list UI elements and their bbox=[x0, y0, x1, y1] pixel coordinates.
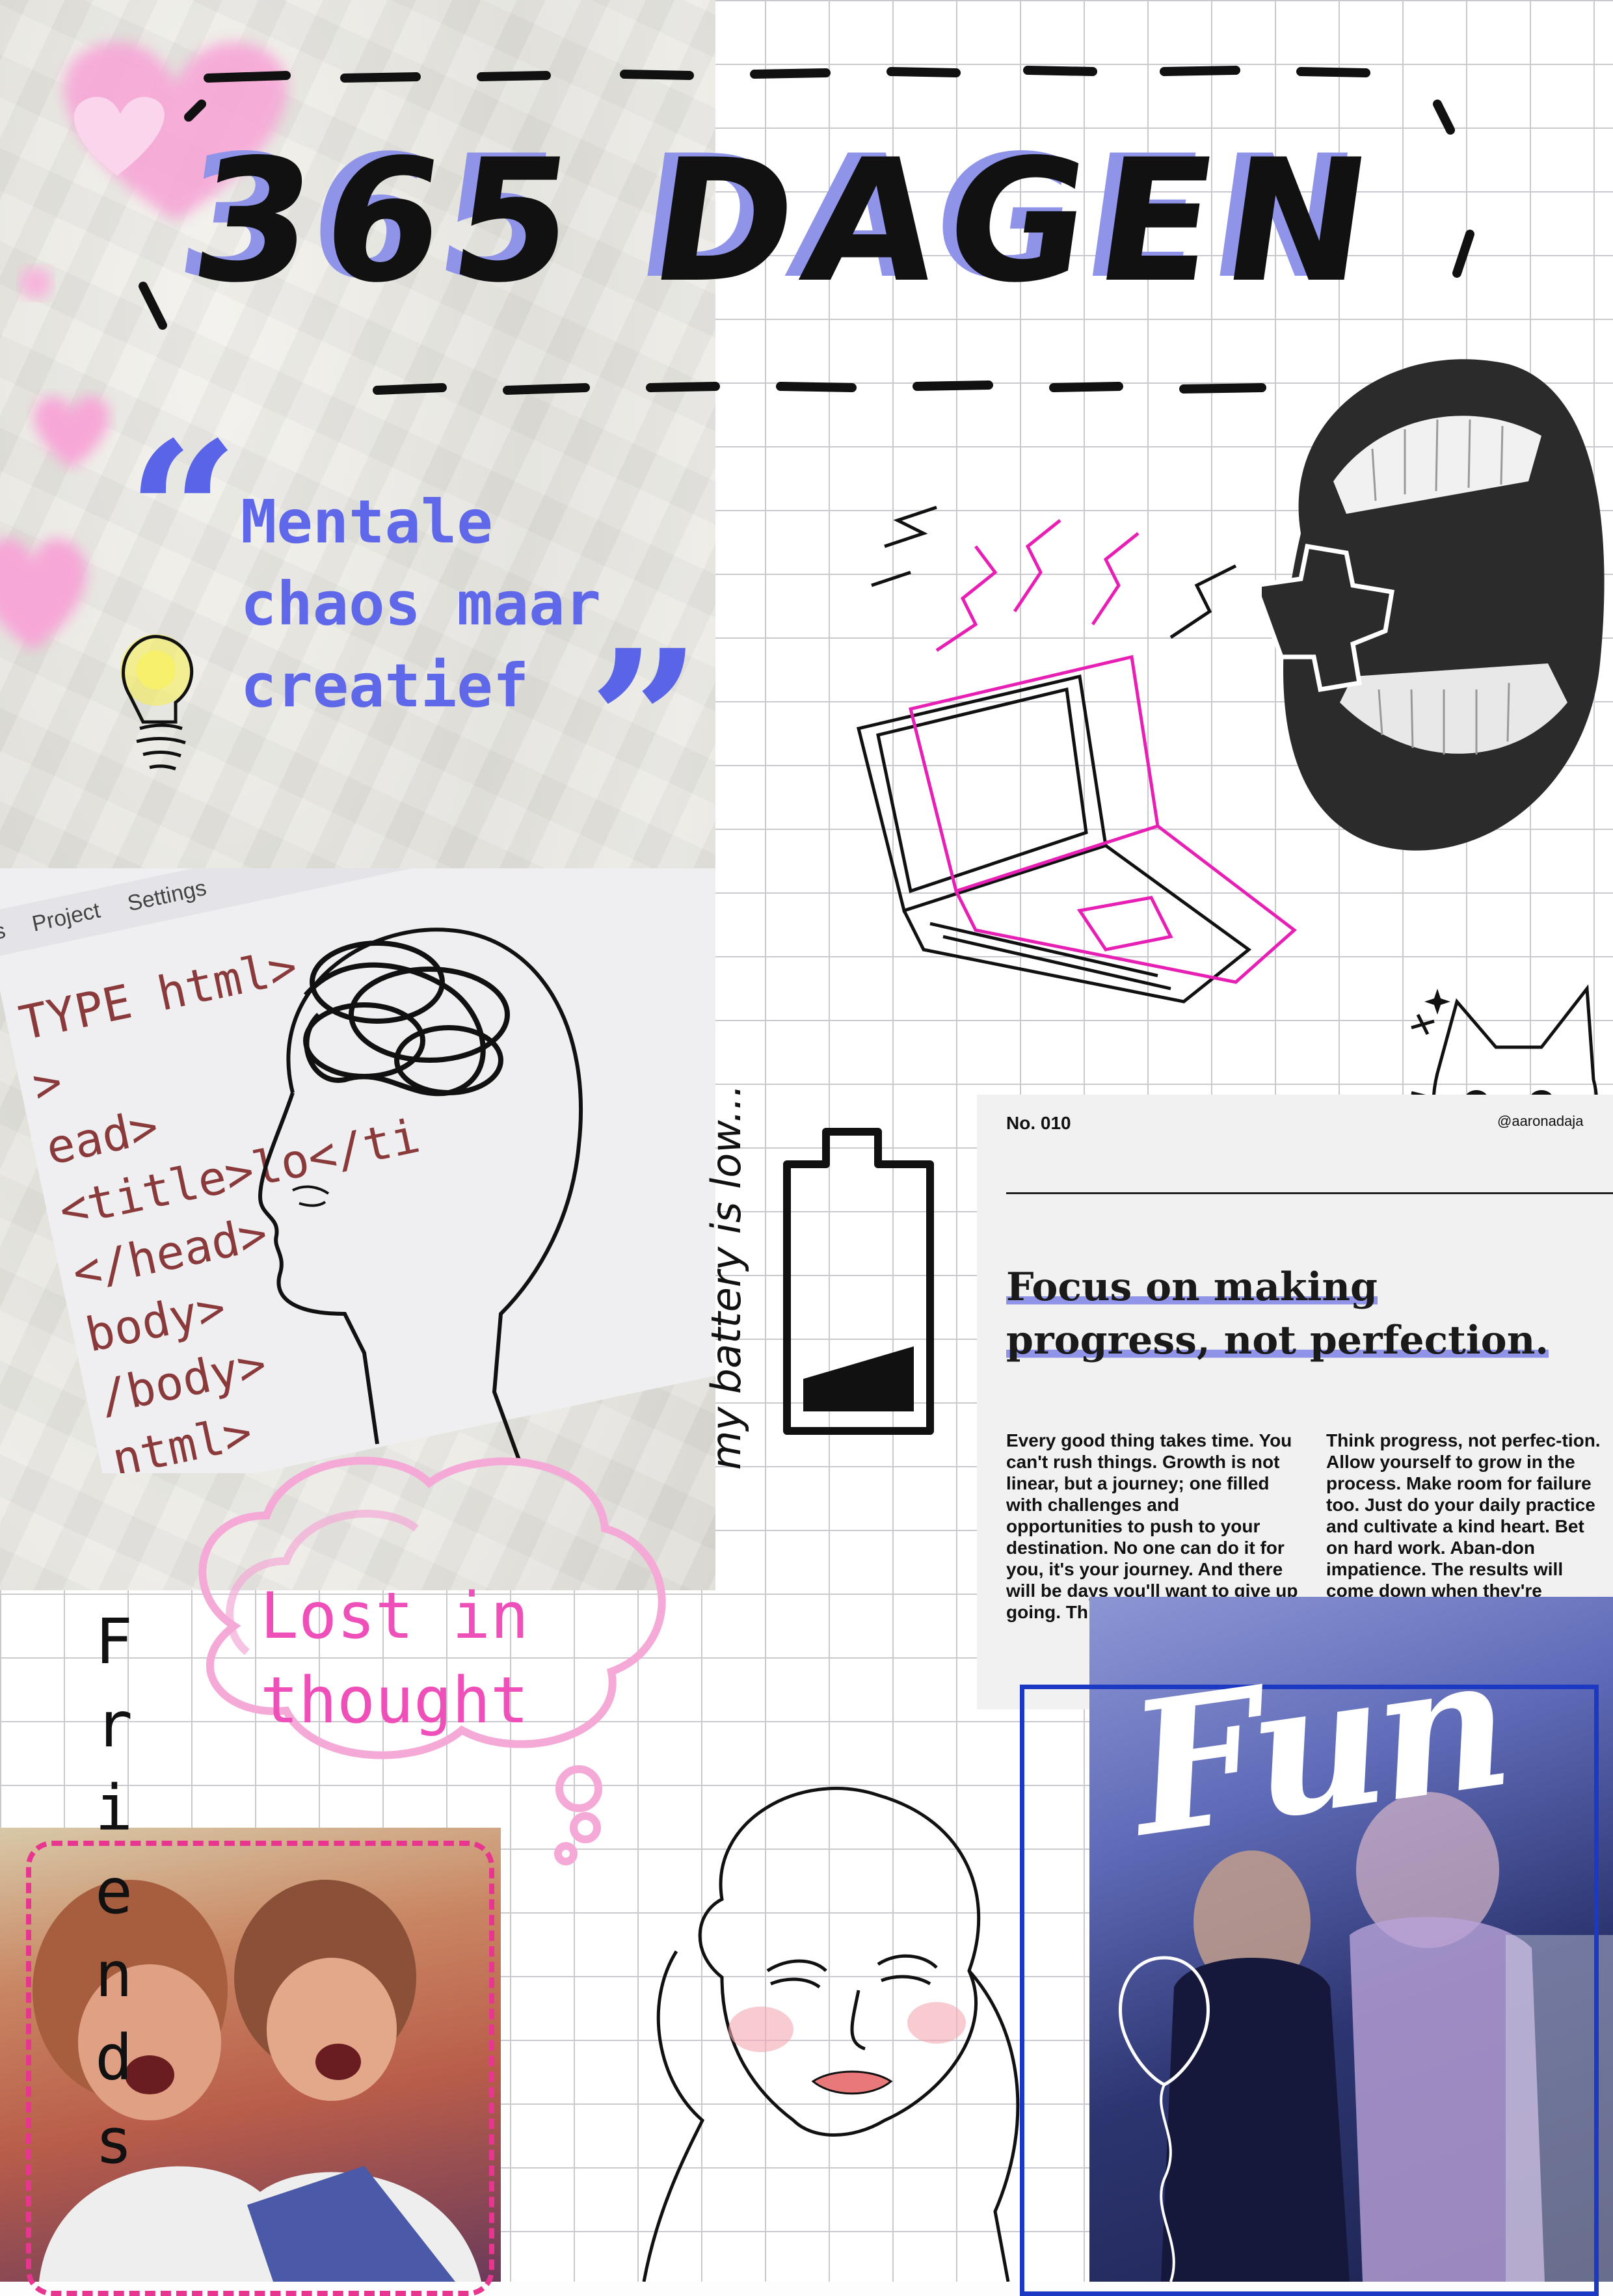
heart-icon bbox=[20, 267, 52, 299]
friends-letter: n bbox=[95, 1938, 133, 2011]
friends-vertical-label: F r i e n d s bbox=[88, 1600, 140, 2183]
sparkle-star-icon bbox=[1424, 989, 1450, 1015]
friends-letter: i bbox=[95, 1772, 133, 1845]
headline-line: progress, not perfection. bbox=[1006, 1314, 1605, 1367]
page-title: 365 DAGEN bbox=[181, 124, 1394, 320]
laptop-sketch-icon bbox=[856, 505, 1297, 1004]
balloon-icon bbox=[1119, 1956, 1210, 2282]
card-headline: Focus on making progress, not perfection… bbox=[1006, 1261, 1605, 1367]
menu-item: Project bbox=[29, 898, 103, 937]
close-quote-mark: ” bbox=[589, 607, 701, 836]
friends-letter: r bbox=[95, 1689, 133, 1761]
battery-low-icon bbox=[783, 1128, 934, 1435]
issue-number: No. 010 bbox=[1006, 1113, 1071, 1133]
author-handle: @aaronadaja bbox=[1497, 1113, 1584, 1129]
thought-text: Lost in thought bbox=[260, 1574, 529, 1743]
friends-letter: s bbox=[95, 2105, 133, 2178]
menu-item: s bbox=[0, 918, 8, 945]
article-column-2: Think progress, not perfec-tion. Allow y… bbox=[1326, 1430, 1601, 1601]
heart-icon bbox=[0, 538, 87, 650]
heart-icon bbox=[34, 396, 109, 468]
headline-text: progress, not perfection. bbox=[1006, 1318, 1549, 1363]
friends-letter: d bbox=[95, 2022, 133, 2094]
battery-label: my battery is low... bbox=[702, 1084, 750, 1470]
headline-line: Focus on making bbox=[1006, 1261, 1605, 1314]
headline-text: Focus on making bbox=[1006, 1264, 1378, 1310]
menu-item: Settings bbox=[125, 875, 209, 916]
brain-sketch-icon bbox=[258, 928, 583, 1465]
divider bbox=[1006, 1192, 1613, 1194]
friends-letter: e bbox=[95, 1855, 133, 1928]
quote-line: Mentale bbox=[241, 487, 493, 557]
lightbulb-icon bbox=[120, 634, 194, 771]
open-quote-mark: “ bbox=[127, 399, 239, 628]
article-column-1: Every good thing takes time. You can't r… bbox=[1006, 1430, 1298, 1622]
thought-line: Lost in bbox=[260, 1579, 529, 1653]
mouth-cutout-icon bbox=[1262, 359, 1605, 851]
face-sketch-icon bbox=[642, 1787, 1020, 2282]
thought-line: thought bbox=[260, 1664, 529, 1738]
friends-letter: F bbox=[95, 1605, 133, 1678]
